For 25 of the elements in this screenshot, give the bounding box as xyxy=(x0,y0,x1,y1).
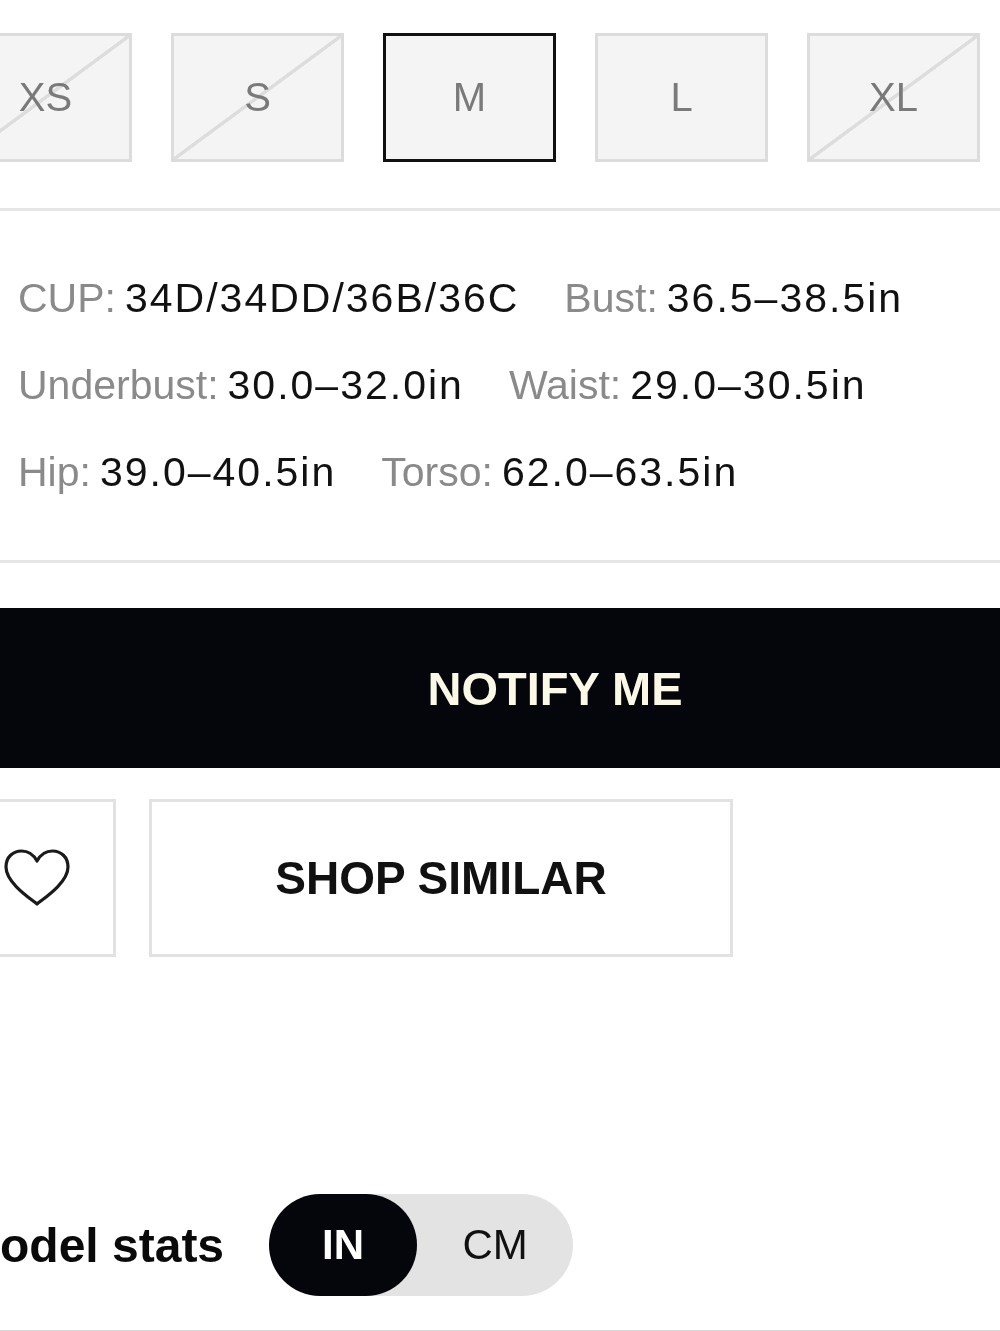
measure-value: 29.0–30.5in xyxy=(630,362,867,408)
measure-value: 34D/34DD/36B/36C xyxy=(124,275,520,321)
size-option[interactable]: XS xyxy=(0,33,132,162)
measure-label: Torso: xyxy=(381,449,493,495)
wishlist-button[interactable] xyxy=(0,799,116,957)
measure-value: 39.0–40.5in xyxy=(99,449,337,495)
unit-option[interactable]: CM xyxy=(417,1194,574,1296)
measure-label: Underbust: xyxy=(18,362,219,408)
shop-similar-button[interactable]: SHOP SIMILAR xyxy=(149,799,733,957)
size-option[interactable]: M xyxy=(383,33,556,162)
measure-value: 30.0–32.0in xyxy=(227,362,464,408)
heart-icon xyxy=(4,849,70,907)
model-stats-label: odel stats xyxy=(0,1217,225,1273)
measure-label: Hip: xyxy=(18,449,91,495)
size-option[interactable]: L xyxy=(595,33,768,162)
measure-label: Waist: xyxy=(508,362,622,408)
size-option[interactable]: S xyxy=(171,33,344,162)
measure-label: CUP: xyxy=(18,275,116,321)
unit-option[interactable]: IN xyxy=(269,1194,418,1296)
notify-button[interactable]: NOTIFY ME xyxy=(0,608,1000,768)
unit-toggle[interactable]: IN CM xyxy=(269,1194,574,1296)
measure-label: Bust: xyxy=(564,275,658,321)
size-option[interactable]: XL xyxy=(807,33,980,162)
measure-value: 62.0–63.5in xyxy=(501,449,739,495)
measure-value: 36.5–38.5in xyxy=(666,275,904,321)
